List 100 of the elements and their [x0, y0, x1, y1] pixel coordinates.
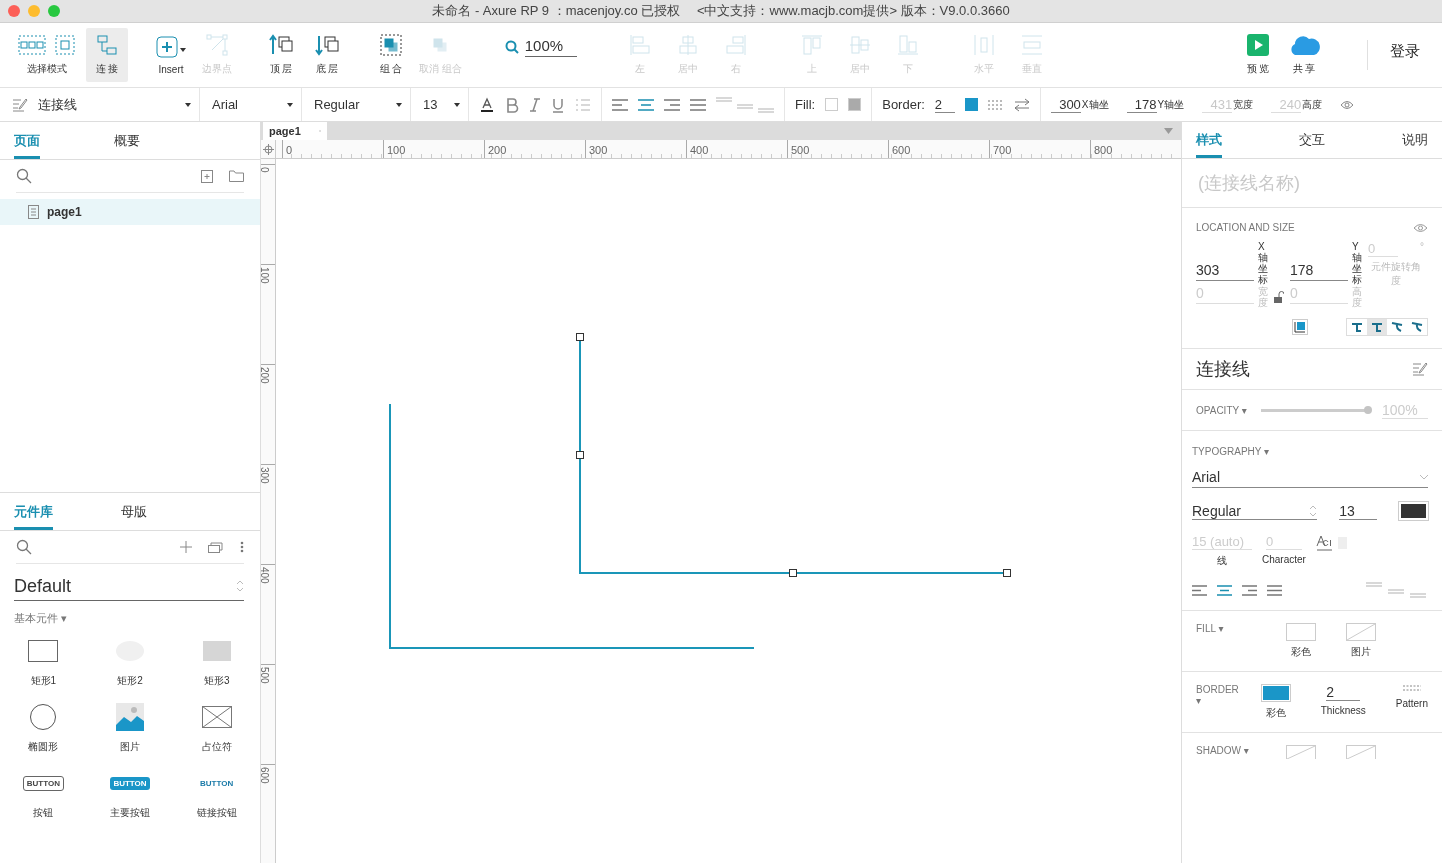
geometry-label: 高度 [1302, 97, 1323, 112]
zoom-dropdown[interactable]: 100% [504, 37, 578, 57]
widget-item[interactable]: 占位符 [173, 702, 260, 754]
toolbar-button[interactable]: 顶 层 [260, 28, 302, 82]
outer-shadow-swatch[interactable] [1286, 745, 1316, 759]
toolbar-button[interactable]: 底 层 [306, 28, 348, 82]
panel-tab[interactable]: 母版 [53, 493, 260, 530]
font-size-field[interactable]: 13 [1339, 502, 1377, 520]
category-heading[interactable]: 基本元件 ▾ [14, 611, 246, 626]
caret-icon[interactable] [1164, 128, 1173, 134]
align-justify-icon[interactable] [1267, 584, 1282, 596]
crosshair-icon[interactable] [262, 143, 274, 155]
align-right-icon[interactable] [1242, 584, 1257, 596]
folder-icon[interactable] [229, 170, 244, 182]
widget-item[interactable]: 矩形1 [0, 636, 87, 688]
add-page-icon[interactable] [201, 169, 213, 183]
panel-tab[interactable]: 元件库 [14, 493, 53, 530]
color-fill-swatch[interactable] [1286, 623, 1316, 641]
edit-style-icon[interactable] [1412, 362, 1428, 376]
panel-tab[interactable]: 页面 [14, 122, 40, 159]
lock-icon[interactable] [1274, 291, 1284, 303]
eye-icon[interactable] [1340, 99, 1355, 110]
distribute-v-icon [1021, 34, 1044, 56]
border-color-swatch[interactable] [1260, 684, 1291, 702]
insert-icon [156, 35, 186, 58]
italic-icon[interactable] [529, 96, 541, 113]
section-title[interactable]: OPACITY ▾ [1196, 404, 1247, 416]
search-icon[interactable] [16, 168, 32, 184]
text-color-swatch[interactable] [1398, 502, 1428, 520]
toolbar-button[interactable]: 预 览 [1237, 28, 1279, 82]
font-weight-dropdown[interactable]: Regular [302, 88, 411, 121]
inspector-tab[interactable]: 样式 [1196, 122, 1222, 158]
fill-color-swatch[interactable] [825, 98, 839, 111]
library-dropdown[interactable]: Default [14, 572, 244, 601]
geometry-field[interactable]: 178 [1126, 96, 1157, 113]
close-button[interactable] [8, 5, 20, 17]
x-field[interactable]: 303 [1196, 262, 1254, 281]
style-dropdown[interactable]: 连接线 [0, 88, 200, 121]
image-fill-swatch[interactable] [1346, 623, 1376, 641]
align-center-icon[interactable] [638, 98, 654, 111]
inner-shadow-swatch[interactable] [1346, 745, 1376, 759]
updown-icon [1309, 503, 1318, 518]
page-item[interactable]: page1 [0, 199, 260, 225]
panel-tab[interactable]: 概要 [40, 122, 260, 159]
ruler-number: 200 [487, 144, 507, 156]
eye-icon[interactable] [1413, 222, 1428, 233]
bold-icon[interactable] [505, 96, 519, 113]
geometry-field[interactable]: 300 [1050, 96, 1081, 113]
section-title[interactable]: BORDER ▾ [1196, 684, 1241, 706]
border-pattern-icon[interactable] [987, 98, 1004, 111]
inspector-tab[interactable]: 交互 [1299, 122, 1325, 158]
toolbar-button[interactable]: Insert [150, 28, 192, 82]
slider-thumb[interactable] [1364, 406, 1372, 414]
font-dropdown[interactable]: Arial [200, 88, 302, 121]
section-title[interactable]: TYPOGRAPHY ▾ [1192, 446, 1270, 457]
border-color-swatch[interactable] [964, 98, 978, 111]
border-width-field[interactable]: 2 [934, 96, 955, 113]
plus-icon[interactable] [180, 541, 192, 553]
font-weight-dropdown[interactable]: Regular [1192, 502, 1318, 520]
toolbar-button[interactable]: 组 合 [370, 28, 412, 82]
toolbar-button[interactable]: 共 享 [1283, 28, 1325, 82]
connector-line[interactable] [389, 403, 755, 649]
y-field[interactable]: 178 [1290, 262, 1348, 281]
widget-item[interactable]: 椭圆形 [0, 702, 87, 754]
widget-item[interactable]: BUTTON 主要按钮 [86, 768, 174, 820]
fill-image-swatch[interactable] [848, 98, 862, 111]
inspector-tab[interactable]: 说明 [1402, 122, 1428, 158]
page-tab[interactable]: page1 [263, 122, 327, 140]
swap-arrows-icon[interactable] [1013, 97, 1030, 112]
underline-icon[interactable] [551, 96, 565, 113]
line-pattern-icon[interactable] [1402, 684, 1421, 694]
align-left-icon[interactable] [612, 98, 628, 111]
play-icon [1247, 34, 1269, 56]
toolbar-button[interactable]: 选择模式 [12, 28, 82, 82]
snap-icon[interactable] [1292, 319, 1308, 335]
font-dropdown[interactable]: Arial [1192, 469, 1428, 488]
select-mode-icon [18, 34, 76, 56]
widget-item[interactable]: BUTTON 链接按钮 [173, 768, 260, 820]
search-icon[interactable] [16, 539, 32, 555]
thickness-field[interactable]: 2 [1326, 684, 1361, 701]
widget-item[interactable]: 矩形2 [86, 636, 174, 688]
maximize-button[interactable] [48, 5, 60, 17]
widget-item[interactable]: 图片 [86, 702, 174, 754]
align-center-icon[interactable] [1217, 584, 1232, 596]
login-button[interactable]: 登录 [1380, 41, 1430, 61]
font-size-dropdown[interactable]: 13 [411, 88, 469, 121]
connector-style-button[interactable] [1367, 319, 1387, 335]
text-color-icon[interactable] [479, 96, 495, 113]
section-title[interactable]: SHADOW ▾ [1196, 745, 1266, 756]
library-stack-icon[interactable] [208, 541, 224, 553]
option-label: 图片 [1351, 645, 1371, 659]
widget-item[interactable]: BUTTON 按钮 [0, 768, 87, 820]
text-case-icon[interactable] [1315, 534, 1350, 552]
more-icon[interactable] [240, 541, 244, 553]
align-right-icon[interactable] [664, 98, 680, 111]
align-left-icon[interactable] [1192, 584, 1207, 596]
align-justify-icon[interactable] [690, 98, 706, 111]
section-title[interactable]: FILL ▾ [1196, 623, 1266, 634]
toolbar-button[interactable]: 连 接 [86, 28, 128, 82]
widget-item[interactable]: 矩形3 [173, 636, 260, 688]
